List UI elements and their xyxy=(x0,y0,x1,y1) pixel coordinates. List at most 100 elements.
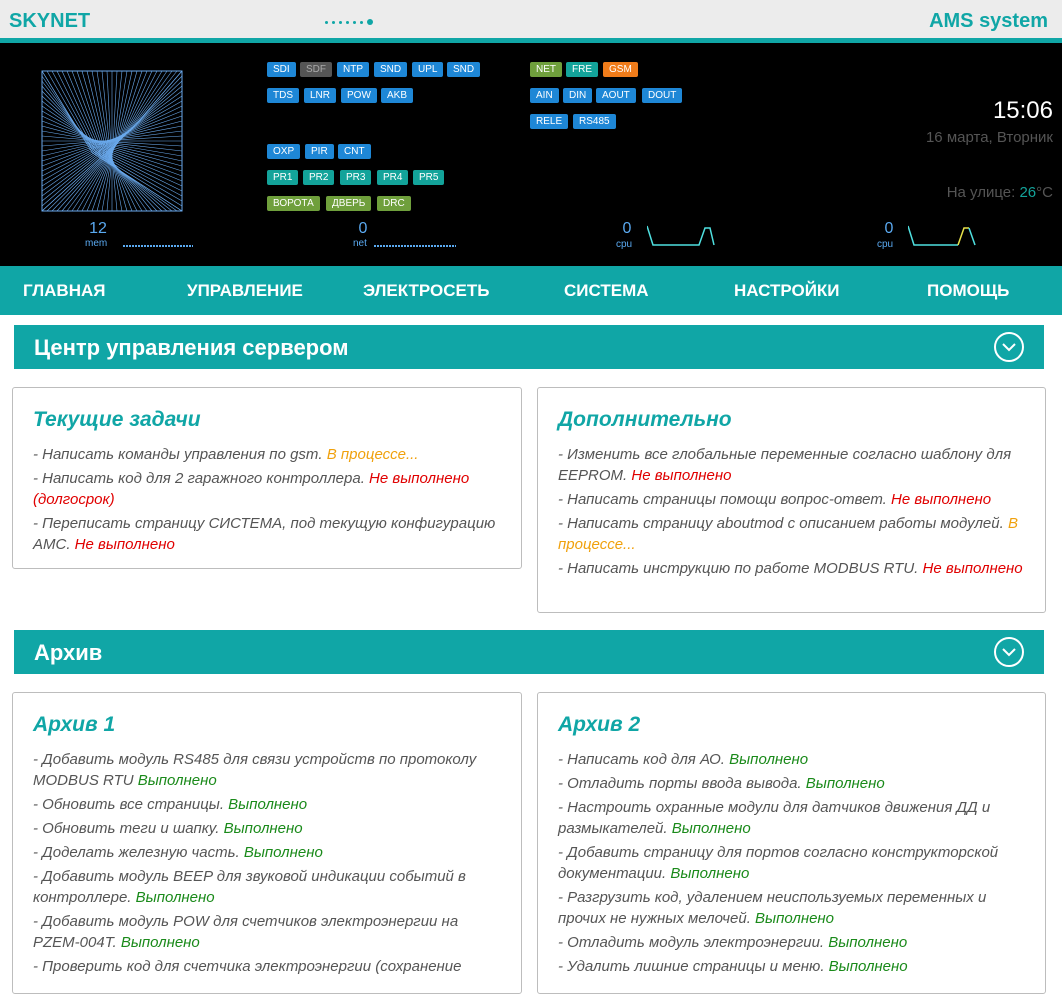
card-archive-2: Архив 2 - Написать код для АО. Выполнено… xyxy=(537,692,1046,994)
task-item: - Обновить все страницы. Выполнено xyxy=(33,794,507,815)
task-item: - Добавить модуль POW для счетчиков элек… xyxy=(33,911,507,953)
task-text: - Написать инструкцию по работе MODBUS R… xyxy=(558,560,923,577)
task-status: Выполнено xyxy=(828,934,908,951)
outside-temperature: На улице: 26°C xyxy=(947,184,1053,201)
nav-item-home[interactable]: ГЛАВНАЯ xyxy=(23,281,105,301)
tag-drc[interactable]: DRC xyxy=(377,196,411,211)
card-current-tasks: Текущие задачи - Написать команды управл… xyxy=(12,387,522,569)
tag-dver[interactable]: ДВЕРЬ xyxy=(326,196,372,211)
task-item: - Написать инструкцию по работе MODBUS R… xyxy=(558,558,1031,579)
task-text: - Добавить модуль POW для счетчиков элек… xyxy=(33,913,459,951)
task-list: - Написать код для АО. Выполнено - Отлади… xyxy=(558,749,1031,980)
cpu1-label: cpu xyxy=(616,239,633,250)
collapse-chevron-icon[interactable] xyxy=(994,637,1024,667)
tag-pir[interactable]: PIR xyxy=(305,144,334,159)
tag-sdi[interactable]: SDI xyxy=(267,62,296,77)
tag-rs485[interactable]: RS485 xyxy=(573,114,616,129)
loading-dots-icon xyxy=(325,19,373,25)
tag-ntp[interactable]: NTP xyxy=(337,62,369,77)
task-item: - Проверить код для счетчика электроэнер… xyxy=(33,956,507,977)
task-status: Не выполнено xyxy=(922,560,1023,577)
task-status: Выполнено xyxy=(729,751,809,768)
collapse-chevron-icon[interactable] xyxy=(994,332,1024,362)
net-value: 0 xyxy=(358,220,368,237)
task-text: - Настроить охранные модули для датчиков… xyxy=(558,799,991,837)
outside-label: На улице: xyxy=(946,184,1020,201)
task-text: - Добавить страницу для портов согласно … xyxy=(558,844,999,882)
tag-pow[interactable]: POW xyxy=(341,88,377,103)
tag-oxp[interactable]: OXP xyxy=(267,144,301,159)
tag-upl[interactable]: UPL xyxy=(412,62,444,77)
task-status: В процессе... xyxy=(326,446,419,463)
tag-fre[interactable]: FRE xyxy=(566,62,598,77)
task-list: - Изменить все глобальные переменные сог… xyxy=(558,444,1031,582)
tag-vorota[interactable]: ВОРОТА xyxy=(267,196,320,211)
outside-temp-unit: °C xyxy=(1036,184,1053,201)
date: 16 марта, Вторник xyxy=(925,129,1053,146)
tag-pr1[interactable]: PR1 xyxy=(267,170,299,185)
nav-item-help[interactable]: ПОМОЩЬ xyxy=(927,281,1009,301)
tag-dout[interactable]: DOUT xyxy=(642,88,683,103)
string-art-logo-icon xyxy=(41,70,183,212)
task-text: - Обновить все страницы. xyxy=(33,796,229,813)
card-additional: Дополнительно - Изменить все глобальные … xyxy=(537,387,1046,613)
card-archive-1: Архив 1 - Добавить модуль RS485 для связ… xyxy=(12,692,522,994)
tag-snd-2[interactable]: SND xyxy=(447,62,481,77)
task-text: - Написать страницы помощи вопрос-ответ. xyxy=(558,491,891,508)
task-status: Выполнено xyxy=(805,775,885,792)
card-title-current: Текущие задачи xyxy=(33,408,201,431)
tag-cnt[interactable]: CNT xyxy=(338,144,371,159)
task-text: - Проверить код для счетчика электроэнер… xyxy=(33,958,462,975)
task-item: - Отладить порты ввода вывода. Выполнено xyxy=(558,773,1031,794)
task-item: - Написать команды управления по gsm. В … xyxy=(33,444,507,465)
outside-temp-value: 26 xyxy=(1019,184,1037,201)
task-text: - Написать код для 2 гаражного контролле… xyxy=(33,470,370,487)
task-text: - Добавить модуль RS485 для связи устрой… xyxy=(33,751,477,789)
mem-value: 12 xyxy=(89,220,107,237)
task-item: - Добавить модуль BEEP для звуковой инди… xyxy=(33,866,507,908)
task-item: - Написать страницы помощи вопрос-ответ.… xyxy=(558,489,1031,510)
tag-pr4[interactable]: PR4 xyxy=(377,170,409,185)
tag-lnr[interactable]: LNR xyxy=(304,88,337,103)
tag-din[interactable]: DIN xyxy=(563,88,593,103)
cpu1-value: 0 xyxy=(622,220,632,237)
nav-item-power-grid[interactable]: ЭЛЕКТРОСЕТЬ xyxy=(363,281,489,301)
system-title: AMS system xyxy=(929,10,1048,32)
cpu2-label: cpu xyxy=(877,239,894,250)
task-status: Не выполнено xyxy=(891,491,992,508)
task-item: - Отладить модуль электроэнергии. Выполн… xyxy=(558,932,1031,953)
tag-gsm[interactable]: GSM xyxy=(603,62,638,77)
section-server-control: Центр управления сервером xyxy=(14,325,1044,369)
tag-pr3[interactable]: PR3 xyxy=(340,170,372,185)
cpu2-value: 0 xyxy=(884,220,894,237)
task-status: Выполнено xyxy=(670,865,750,882)
task-item: - Добавить страницу для портов согласно … xyxy=(558,842,1031,884)
task-status: Не выполнено xyxy=(74,536,175,553)
nav-item-system[interactable]: СИСТЕМА xyxy=(564,281,649,301)
brand-logo[interactable]: SKYNET xyxy=(9,10,90,33)
tag-rele[interactable]: RELE xyxy=(530,114,569,129)
tag-pr2[interactable]: PR2 xyxy=(303,170,335,185)
task-text: - Изменить все глобальные переменные сог… xyxy=(558,446,1012,484)
nav-item-settings[interactable]: НАСТРОЙКИ xyxy=(734,281,840,301)
mem-graph xyxy=(123,245,193,247)
task-item: - Изменить все глобальные переменные сог… xyxy=(558,444,1031,486)
tag-snd[interactable]: SND xyxy=(374,62,408,77)
task-text: - Написать команды управления по gsm. xyxy=(33,446,327,463)
tag-akb[interactable]: AKB xyxy=(381,88,414,103)
card-title-additional: Дополнительно xyxy=(558,408,732,431)
task-status: Выполнено xyxy=(243,844,323,861)
tag-pr5[interactable]: PR5 xyxy=(413,170,445,185)
task-item: - Написать код для 2 гаражного контролле… xyxy=(33,468,507,510)
nav-item-control[interactable]: УПРАВЛЕНИЕ xyxy=(187,281,303,301)
net-label: net xyxy=(353,238,367,249)
tag-sdf[interactable]: SDF xyxy=(300,62,332,77)
tag-tds[interactable]: TDS xyxy=(267,88,299,103)
task-text: - Написать код для АО. xyxy=(558,751,730,768)
tag-ain[interactable]: AIN xyxy=(530,88,559,103)
task-item: - Написать код для АО. Выполнено xyxy=(558,749,1031,770)
tag-net[interactable]: NET xyxy=(530,62,562,77)
clock: 15:06 xyxy=(992,97,1053,124)
tag-aout[interactable]: AOUT xyxy=(596,88,636,103)
mem-label: mem xyxy=(85,238,108,249)
